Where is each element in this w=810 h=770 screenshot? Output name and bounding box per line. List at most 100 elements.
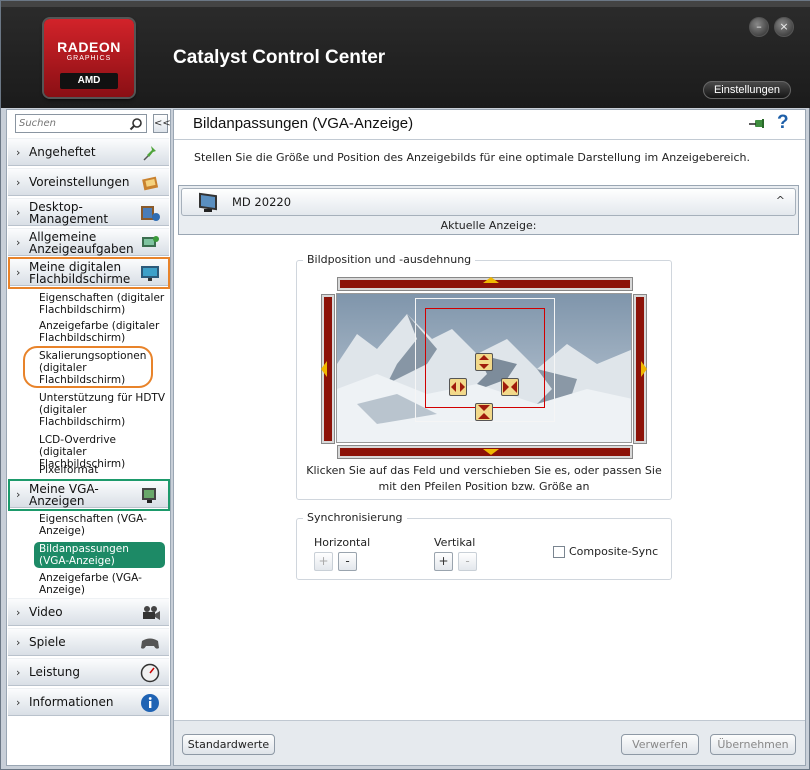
monitor-icon	[199, 192, 217, 212]
title-bar: RADEON GRAPHICS AMD Catalyst Control Cen…	[1, 1, 810, 108]
image-position-preview[interactable]	[321, 277, 647, 459]
gamepad-icon	[141, 638, 159, 649]
horizontal-arrows-icon	[451, 382, 465, 392]
sync-group: Synchronisierung Horizontal + - Vertikal…	[296, 511, 672, 580]
sidebar-item-desktop-management[interactable]: › Desktop-Management	[8, 198, 169, 226]
close-button[interactable]: ×	[774, 17, 794, 37]
sidebar-item-label: Voreinstellungen	[29, 175, 130, 189]
vertical-arrows-icon	[479, 355, 489, 369]
horizontal-minus-button[interactable]: -	[338, 552, 357, 571]
sidebar-item-performance[interactable]: › Leistung	[8, 658, 169, 686]
logo-amd: AMD	[60, 73, 118, 89]
pin-icon	[143, 146, 156, 161]
horizontal-plus-button[interactable]: +	[314, 552, 333, 571]
right-edge-marker	[641, 361, 647, 377]
sidebar-item-display-tasks[interactable]: › Allgemeine Anzeigeaufgaben	[8, 228, 169, 256]
sidebar-item-information[interactable]: › Informationen	[8, 688, 169, 716]
chevron-right-icon: ›	[16, 146, 21, 159]
main-panel: Bildanpassungen (VGA-Anzeige) ? Stellen …	[173, 109, 806, 766]
logo-radeon: RADEON	[57, 39, 121, 55]
inward-vertical-icon	[478, 405, 490, 419]
chevron-right-icon: ›	[16, 696, 21, 709]
sidebar-item-label: Leistung	[29, 665, 80, 679]
sidebar-subitem-digital-properties[interactable]: Eigenschaften (digitaler Flachbildschirm…	[39, 292, 165, 316]
vertical-plus-button[interactable]: +	[434, 552, 453, 571]
sidebar-subitem-digital-color[interactable]: Anzeigefarbe (digitaler Flachbildschirm)	[39, 320, 165, 344]
app-title: Catalyst Control Center	[173, 47, 386, 68]
sidebar-subitem-pixel-format[interactable]: Pixelformat	[39, 464, 165, 476]
title-divider	[174, 139, 805, 140]
sidebar-item-games[interactable]: › Spiele	[8, 628, 169, 656]
search-box[interactable]	[15, 114, 147, 133]
minimize-button[interactable]: –	[749, 17, 769, 37]
info-icon	[141, 694, 159, 712]
display-name: MD 20220	[232, 195, 292, 209]
highlight-box-orange	[8, 257, 170, 289]
move-horizontal-button[interactable]	[449, 378, 467, 396]
inward-horizontal-icon	[503, 381, 517, 393]
radeon-logo: RADEON GRAPHICS AMD	[44, 19, 134, 97]
logo-graphics: GRAPHICS	[66, 55, 112, 62]
shrink-horizontal-button[interactable]	[501, 378, 519, 396]
sidebar-item-label: Informationen	[29, 695, 114, 709]
position-group-label: Bildposition und -ausdehnung	[303, 253, 476, 266]
sidebar-item-pinned[interactable]: › Angeheftet	[8, 138, 169, 166]
sidebar-item-label: Angeheftet	[29, 145, 96, 159]
help-icon[interactable]: ?	[777, 112, 789, 134]
bottom-edge-marker	[483, 449, 499, 455]
move-vertical-button[interactable]	[475, 353, 493, 371]
current-display-label: Aktuelle Anzeige:	[440, 219, 537, 232]
vertical-label: Vertikal	[434, 536, 476, 549]
chevron-up-icon[interactable]: ^	[776, 194, 785, 207]
position-group: Bildposition und -ausdehnung Klicken Sie…	[296, 253, 672, 500]
top-edge-marker	[483, 277, 499, 283]
sidebar-subitem-vga-properties[interactable]: Eigenschaften (VGA-Anzeige)	[39, 513, 165, 537]
sidebar-item-presets[interactable]: › Voreinstellungen	[8, 168, 169, 196]
horizontal-label: Horizontal	[314, 536, 371, 549]
collapse-sidebar-button[interactable]: <<	[153, 114, 171, 133]
vertical-minus-button[interactable]: -	[458, 552, 477, 571]
search-icon[interactable]	[129, 117, 143, 131]
display-selector[interactable]: MD 20220 ^ Aktuelle Anzeige:	[178, 185, 799, 235]
sidebar: << › Angeheftet › Voreinstellungen › Des…	[6, 109, 171, 766]
chevron-right-icon: ›	[16, 206, 21, 219]
chevron-right-icon: ›	[16, 606, 21, 619]
sync-group-label: Synchronisierung	[303, 511, 407, 524]
sidebar-item-video[interactable]: › Video	[8, 598, 169, 626]
left-edge-marker	[321, 361, 327, 377]
apply-button[interactable]: Übernehmen	[710, 734, 796, 755]
settings-button[interactable]: Einstellungen	[703, 81, 791, 99]
highlight-box-green	[8, 479, 170, 511]
pin-page-icon[interactable]	[748, 117, 766, 131]
sidebar-item-label: Desktop-Management	[29, 200, 109, 226]
presets-icon	[142, 176, 159, 191]
discard-button[interactable]: Verwerfen	[621, 734, 699, 755]
app-window: RADEON GRAPHICS AMD Catalyst Control Cen…	[0, 0, 810, 770]
display-dropdown[interactable]: MD 20220 ^	[181, 188, 796, 216]
footer-bar: Standardwerte Verwerfen Übernehmen	[174, 720, 805, 765]
sidebar-item-label: Spiele	[29, 635, 66, 649]
desktop-icon	[141, 206, 160, 221]
chevron-right-icon: ›	[16, 236, 21, 249]
defaults-button[interactable]: Standardwerte	[182, 734, 275, 755]
video-camera-icon	[143, 606, 160, 620]
page-description: Stellen Sie die Größe und Position des A…	[194, 151, 750, 164]
search-input[interactable]	[16, 115, 126, 132]
display-tasks-icon	[142, 236, 159, 247]
chevron-right-icon: ›	[16, 666, 21, 679]
gauge-icon	[140, 663, 160, 683]
sidebar-subitem-vga-color[interactable]: Anzeigefarbe (VGA-Anzeige)	[39, 572, 165, 596]
sidebar-subitem-image-adjustments[interactable]: Bildanpassungen (VGA-Anzeige)	[34, 542, 165, 568]
chevron-right-icon: ›	[16, 636, 21, 649]
shrink-vertical-button[interactable]	[475, 403, 493, 421]
chevron-right-icon: ›	[16, 176, 21, 189]
position-hint-line1: Klicken Sie auf das Feld und verschieben…	[306, 464, 662, 477]
sidebar-subitem-hdtv-support[interactable]: Unterstützung für HDTV (digitaler Flachb…	[39, 392, 165, 428]
composite-sync-checkbox[interactable]	[553, 546, 565, 558]
position-hint: Klicken Sie auf das Feld und verschieben…	[297, 463, 671, 495]
page-title: Bildanpassungen (VGA-Anzeige)	[193, 115, 414, 132]
sidebar-item-label: Video	[29, 605, 63, 619]
position-hint-line2: mit den Pfeilen Position bzw. Größe an	[378, 480, 590, 493]
composite-sync-label[interactable]: Composite-Sync	[569, 545, 658, 558]
sidebar-item-label: Allgemeine Anzeigeaufgaben	[29, 230, 134, 256]
